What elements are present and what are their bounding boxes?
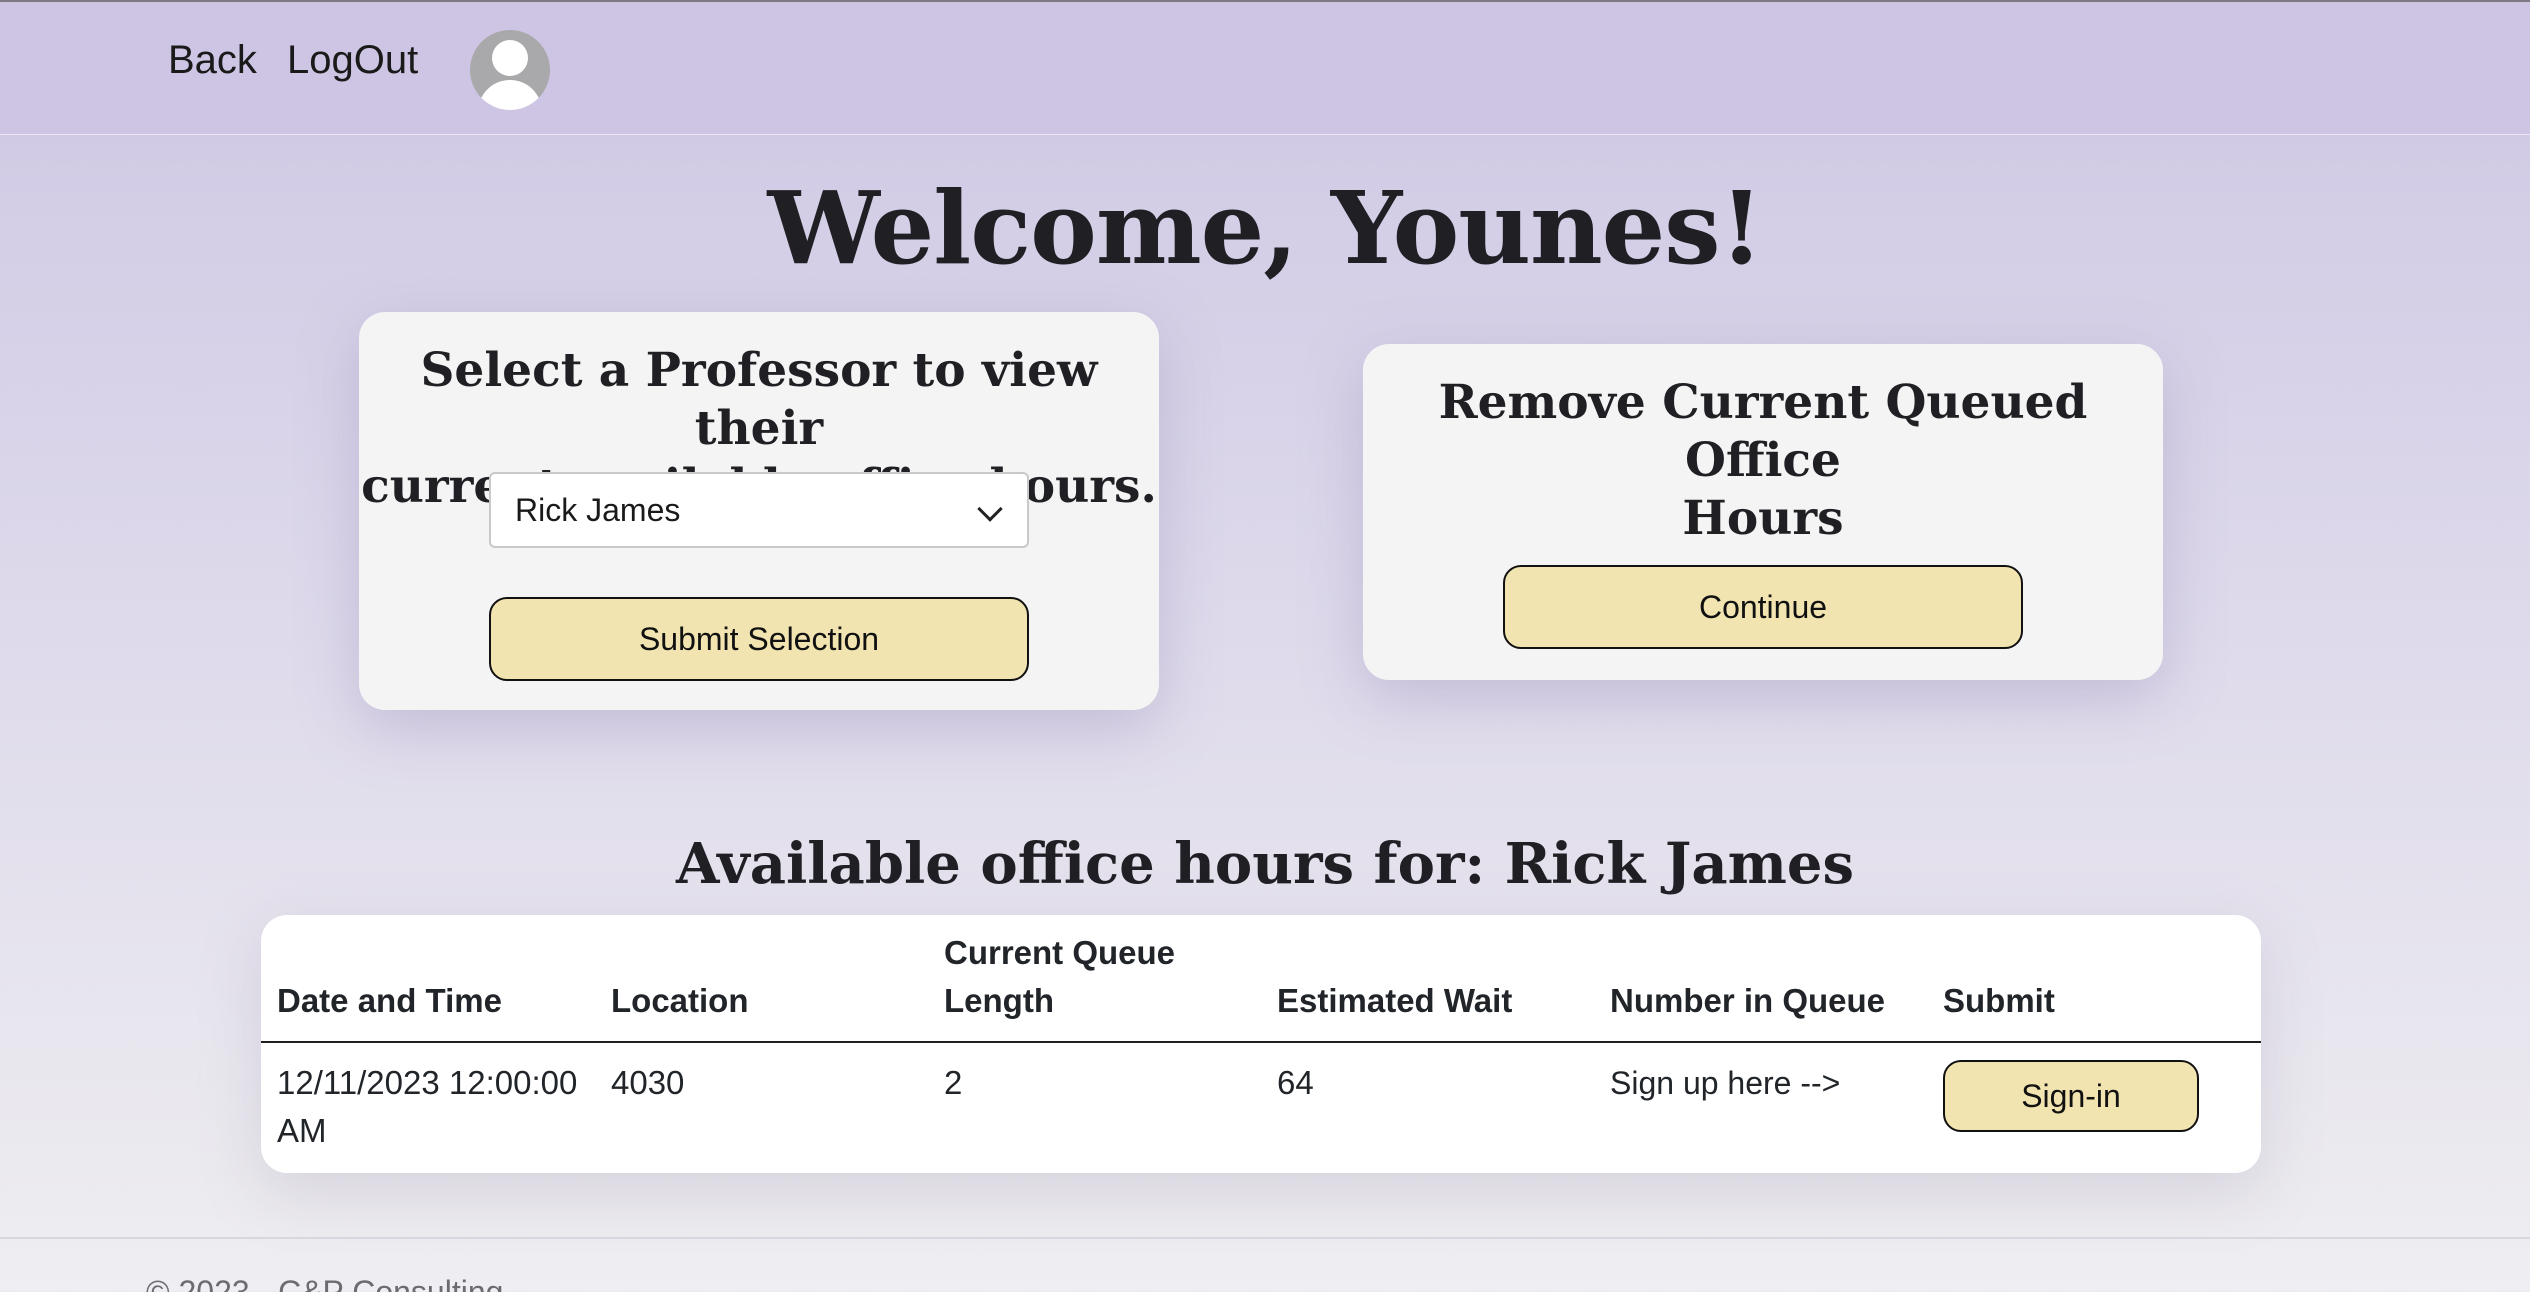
logout-link[interactable]: LogOut	[287, 32, 418, 88]
office-hours-table: Date and Time Location Current Queue Len…	[261, 915, 2261, 1173]
select-professor-card: Select a Professor to view their current…	[359, 312, 1159, 710]
remove-queue-title: Remove Current Queued Office Hours	[1438, 375, 2088, 546]
column-header-queue-length: Current Queue Length	[944, 934, 1176, 1019]
footer-copyright: © 2023 - C&P Consulting	[146, 1274, 504, 1292]
column-header-location: Location	[611, 982, 749, 1019]
top-navbar: Back LogOut	[0, 0, 2530, 135]
sign-in-button[interactable]: Sign-in	[1943, 1060, 2199, 1132]
column-header-number-in-queue: Number in Queue	[1610, 982, 1886, 1019]
cell-date-time: 12/11/2023 12:00:00 AM	[277, 1064, 578, 1149]
footer-divider	[0, 1237, 2530, 1239]
column-header-date-time: Date and Time	[277, 982, 502, 1019]
submit-selection-button[interactable]: Submit Selection	[489, 597, 1029, 681]
cell-location: 4030	[611, 1064, 685, 1101]
office-hours-title: Available office hours for: Rick James	[675, 831, 1855, 897]
column-header-submit: Submit	[1943, 982, 2055, 1019]
continue-button[interactable]: Continue	[1503, 565, 2023, 649]
remove-queue-card: Remove Current Queued Office Hours Conti…	[1363, 344, 2163, 680]
cell-number-in-queue: Sign up here -->	[1610, 1065, 1841, 1101]
back-link[interactable]: Back	[168, 32, 257, 88]
avatar-icon[interactable]	[470, 30, 550, 110]
column-header-estimated-wait: Estimated Wait	[1277, 982, 1513, 1019]
professor-select[interactable]: Rick James	[489, 472, 1029, 548]
header-divider	[261, 1041, 2261, 1043]
welcome-heading: Welcome, Younes!	[767, 169, 1763, 287]
chevron-down-icon	[977, 496, 1003, 522]
cell-estimated-wait: 64	[1277, 1064, 1314, 1101]
cell-queue-length: 2	[944, 1064, 963, 1101]
